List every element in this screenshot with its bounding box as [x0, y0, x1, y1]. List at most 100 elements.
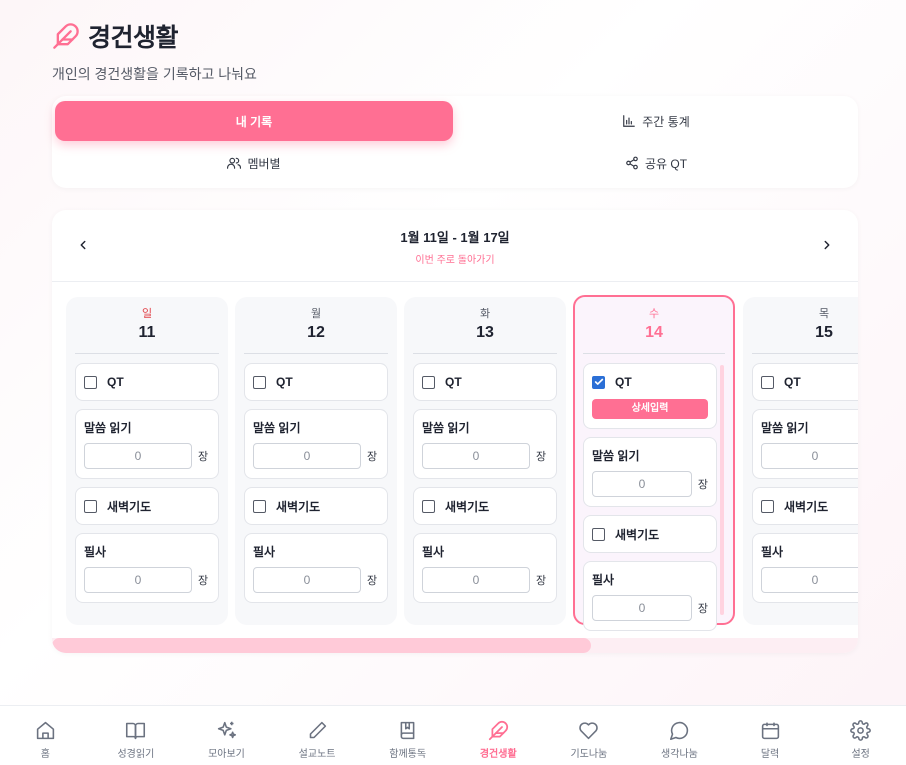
unit-label: 장	[198, 451, 209, 463]
weekly-calendar: 1월 11일 - 1월 17일 이번 주로 돌아가기 일 11 QT 말씀 읽기…	[52, 210, 858, 653]
dawn-prayer-checkbox[interactable]	[761, 499, 774, 513]
title-row: 경건생활	[52, 18, 257, 54]
week-range: 1월 11일 - 1월 17일	[400, 230, 510, 245]
book-icon	[400, 721, 415, 740]
copy-item: 필사 0장	[75, 533, 219, 603]
reading-input[interactable]: 0	[253, 443, 361, 469]
qt-checkbox[interactable]	[422, 375, 435, 389]
qt-checkbox[interactable]	[84, 375, 97, 389]
day-of-week: 수	[648, 308, 660, 320]
qt-label: QT	[107, 375, 124, 389]
this-week-link[interactable]: 이번 주로 돌아가기	[415, 255, 494, 266]
reading-label: 말씀 읽기	[422, 421, 470, 435]
day-scrollbar[interactable]	[720, 365, 724, 615]
reading-input[interactable]: 0	[84, 443, 192, 469]
day-number: 14	[583, 324, 725, 354]
reading-input[interactable]: 0	[761, 443, 858, 469]
nav-prayer-sharing[interactable]: 기도나눔	[549, 706, 629, 765]
nav-calendar[interactable]: 달력	[730, 706, 810, 765]
qt-item: QT	[75, 363, 219, 401]
reading-item: 말씀 읽기 0장	[752, 409, 858, 479]
qt-label: QT	[615, 375, 632, 389]
qt-checkbox[interactable]	[253, 375, 266, 389]
copy-input[interactable]: 0	[84, 567, 192, 593]
reading-label: 말씀 읽기	[84, 421, 132, 435]
bottom-nav: 홈 성경읽기 모아보기 설교노트 함께통독 경건생활 기도나눔 생각나눔 달력 …	[0, 705, 906, 765]
nav-sermon-notes[interactable]: 설교노트	[277, 706, 357, 765]
tab-my-records[interactable]: 내 기록	[55, 101, 453, 141]
next-week-button[interactable]	[816, 234, 838, 256]
page-subtitle: 개인의 경건생활을 기록하고 나눠요	[52, 66, 257, 82]
unit-label: 장	[536, 575, 547, 587]
nav-label: 설교노트	[298, 749, 336, 760]
tab-shared-qt[interactable]: 공유 QT	[457, 143, 855, 183]
bar-chart-icon	[623, 115, 636, 127]
dawn-prayer-checkbox[interactable]	[422, 499, 435, 513]
day-of-week: 월	[310, 308, 322, 320]
tab-label: 공유 QT	[644, 156, 688, 171]
dawn-prayer-label: 새벽기도	[276, 499, 321, 514]
qt-checkbox[interactable]	[592, 375, 605, 389]
chevron-right-icon	[824, 240, 830, 250]
copy-input[interactable]: 0	[761, 567, 858, 593]
nav-devotional-life[interactable]: 경건생활	[458, 706, 538, 765]
check-icon	[594, 378, 603, 385]
copy-label: 필사	[592, 573, 615, 587]
this-week-link-row: 이번 주로 돌아가기	[52, 251, 858, 266]
reading-input[interactable]: 0	[422, 443, 530, 469]
home-icon	[36, 721, 54, 740]
copy-input[interactable]: 0	[592, 595, 692, 621]
tab-label: 내 기록	[235, 114, 273, 129]
share-icon	[626, 156, 638, 170]
nav-collection[interactable]: 모아보기	[186, 706, 266, 765]
scrollbar-thumb[interactable]	[52, 638, 591, 653]
copy-label: 필사	[761, 545, 784, 559]
unit-label: 장	[697, 603, 708, 615]
qt-label: QT	[784, 375, 801, 389]
dawn-prayer-checkbox[interactable]	[84, 499, 97, 513]
qt-checkbox[interactable]	[761, 375, 774, 389]
reading-label: 말씀 읽기	[761, 421, 809, 435]
nav-bible-reading[interactable]: 성경읽기	[96, 706, 176, 765]
nav-settings[interactable]: 설정	[821, 706, 901, 765]
reading-item: 말씀 읽기 0장	[75, 409, 219, 479]
heart-icon	[579, 722, 599, 740]
unit-label: 장	[367, 451, 378, 463]
nav-group-reading[interactable]: 함께통독	[368, 706, 448, 765]
page-title: 경건생활	[88, 24, 179, 52]
copy-item: 필사 0장	[583, 561, 717, 631]
dawn-prayer-item: 새벽기도	[583, 515, 717, 553]
qt-label: QT	[445, 375, 462, 389]
reading-item: 말씀 읽기 0장	[413, 409, 557, 479]
reading-input[interactable]: 0	[592, 471, 692, 497]
dawn-prayer-label: 새벽기도	[615, 527, 660, 542]
calendar-header: 1월 11일 - 1월 17일 이번 주로 돌아가기	[52, 210, 858, 282]
unit-label: 장	[536, 451, 547, 463]
qt-item: QT	[752, 363, 858, 401]
reading-label: 말씀 읽기	[592, 449, 640, 463]
dawn-prayer-label: 새벽기도	[784, 499, 829, 514]
dawn-prayer-checkbox[interactable]	[253, 499, 266, 513]
day-of-week: 화	[479, 308, 491, 320]
qt-item: QT 상세입력	[583, 363, 717, 429]
nav-thought-sharing[interactable]: 생각나눔	[639, 706, 719, 765]
nav-label: 홈	[40, 749, 50, 760]
tab-label: 멤버별	[247, 156, 281, 171]
feather-icon	[53, 23, 79, 49]
tab-members[interactable]: 멤버별	[55, 143, 453, 183]
tab-label: 주간 통계	[642, 114, 690, 129]
day-column-thu: 목 15 QT 말씀 읽기 0장 새벽기도 필사 0장	[743, 297, 858, 625]
tab-weekly-stats[interactable]: 주간 통계	[457, 101, 855, 141]
calendar-icon	[761, 722, 779, 740]
horizontal-scrollbar[interactable]	[52, 638, 858, 653]
dawn-prayer-item: 새벽기도	[75, 487, 219, 525]
copy-label: 필사	[422, 545, 445, 559]
copy-input[interactable]: 0	[422, 567, 530, 593]
copy-input[interactable]: 0	[253, 567, 361, 593]
nav-home[interactable]: 홈	[5, 706, 85, 765]
nav-label: 성경읽기	[117, 749, 155, 760]
dawn-prayer-checkbox[interactable]	[592, 527, 605, 541]
sparkles-icon	[217, 721, 237, 739]
nav-label: 기도나눔	[570, 749, 608, 760]
detail-input-button[interactable]: 상세입력	[592, 399, 708, 419]
